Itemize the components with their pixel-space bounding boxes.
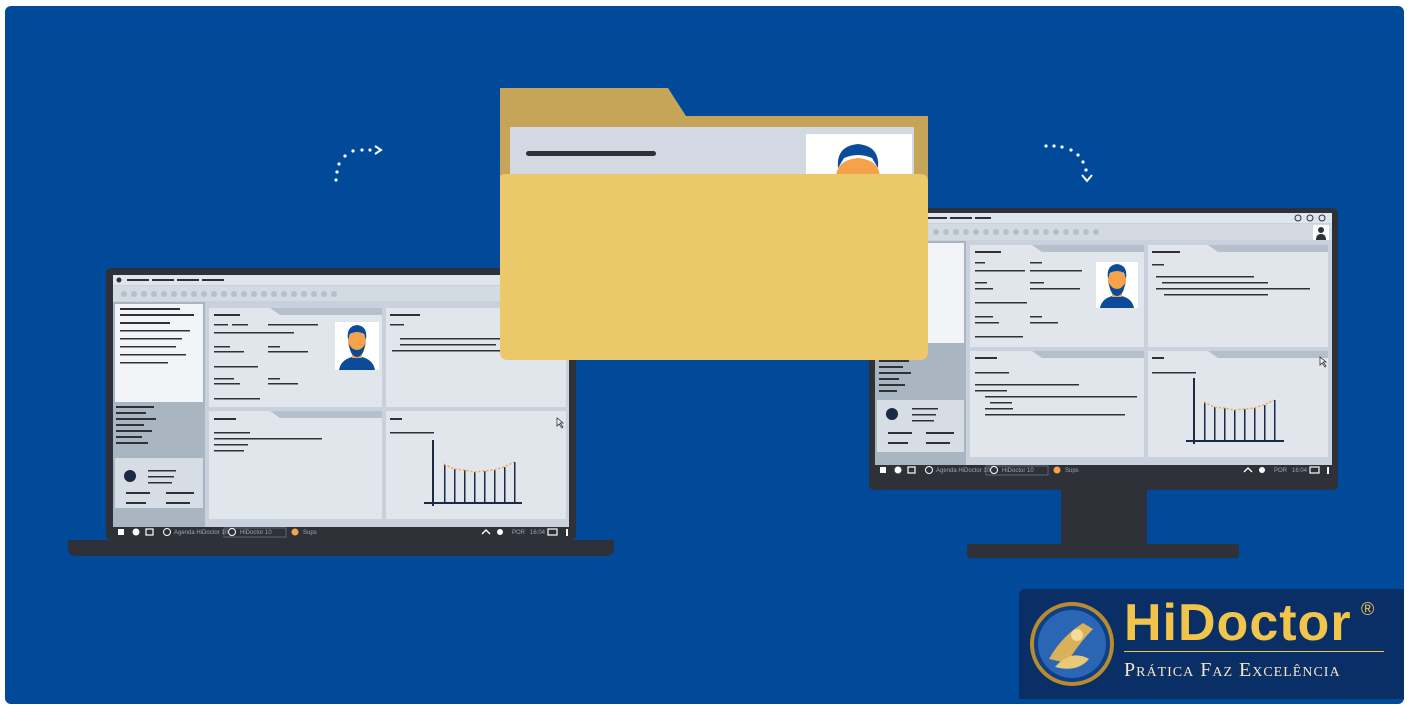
laptop-taskbar-time: 16:04 — [530, 530, 546, 536]
brand-name: HiDoctor — [1124, 594, 1352, 652]
monitor-taskbar-item-hidoctor[interactable]: HiDoctor 10 — [1002, 468, 1034, 474]
patient-avatar-icon-monitor — [1096, 262, 1138, 308]
registered-mark: ® — [1361, 599, 1375, 619]
monitor-taskbar-time: 16:04 — [1292, 468, 1308, 474]
desktop-monitor: Agenda HiDoctor 10 HiDoctor 10 Sups POR … — [869, 208, 1338, 558]
brand-tagline: Prática Faz Excelência — [1124, 659, 1341, 681]
monitor-taskbar-item-agenda[interactable]: Agenda HiDoctor 10 — [936, 468, 991, 474]
laptop-taskbar-item-hidoctor[interactable]: HiDoctor 10 — [240, 530, 272, 536]
brand-divider — [1124, 651, 1384, 652]
transfer-arrow-left — [334, 145, 383, 182]
patient-avatar-icon — [335, 322, 379, 370]
folder-icon — [500, 88, 928, 360]
hidoctor-brand-badge: HiDoctor ® Prática Faz Excelência — [1019, 589, 1404, 699]
laptop-taskbar-item-agenda[interactable]: Agenda HiDoctor 10 — [174, 530, 229, 536]
monitor-taskbar-language: POR — [1274, 468, 1288, 474]
transfer-arrow-right — [1044, 144, 1093, 183]
hidoctor-logo-icon — [1030, 602, 1114, 686]
monitor-taskbar-item-sups[interactable]: Sups — [1065, 468, 1079, 474]
laptop-taskbar-language: POR — [512, 530, 526, 536]
laptop-taskbar-item-sups[interactable]: Sups — [303, 530, 317, 536]
